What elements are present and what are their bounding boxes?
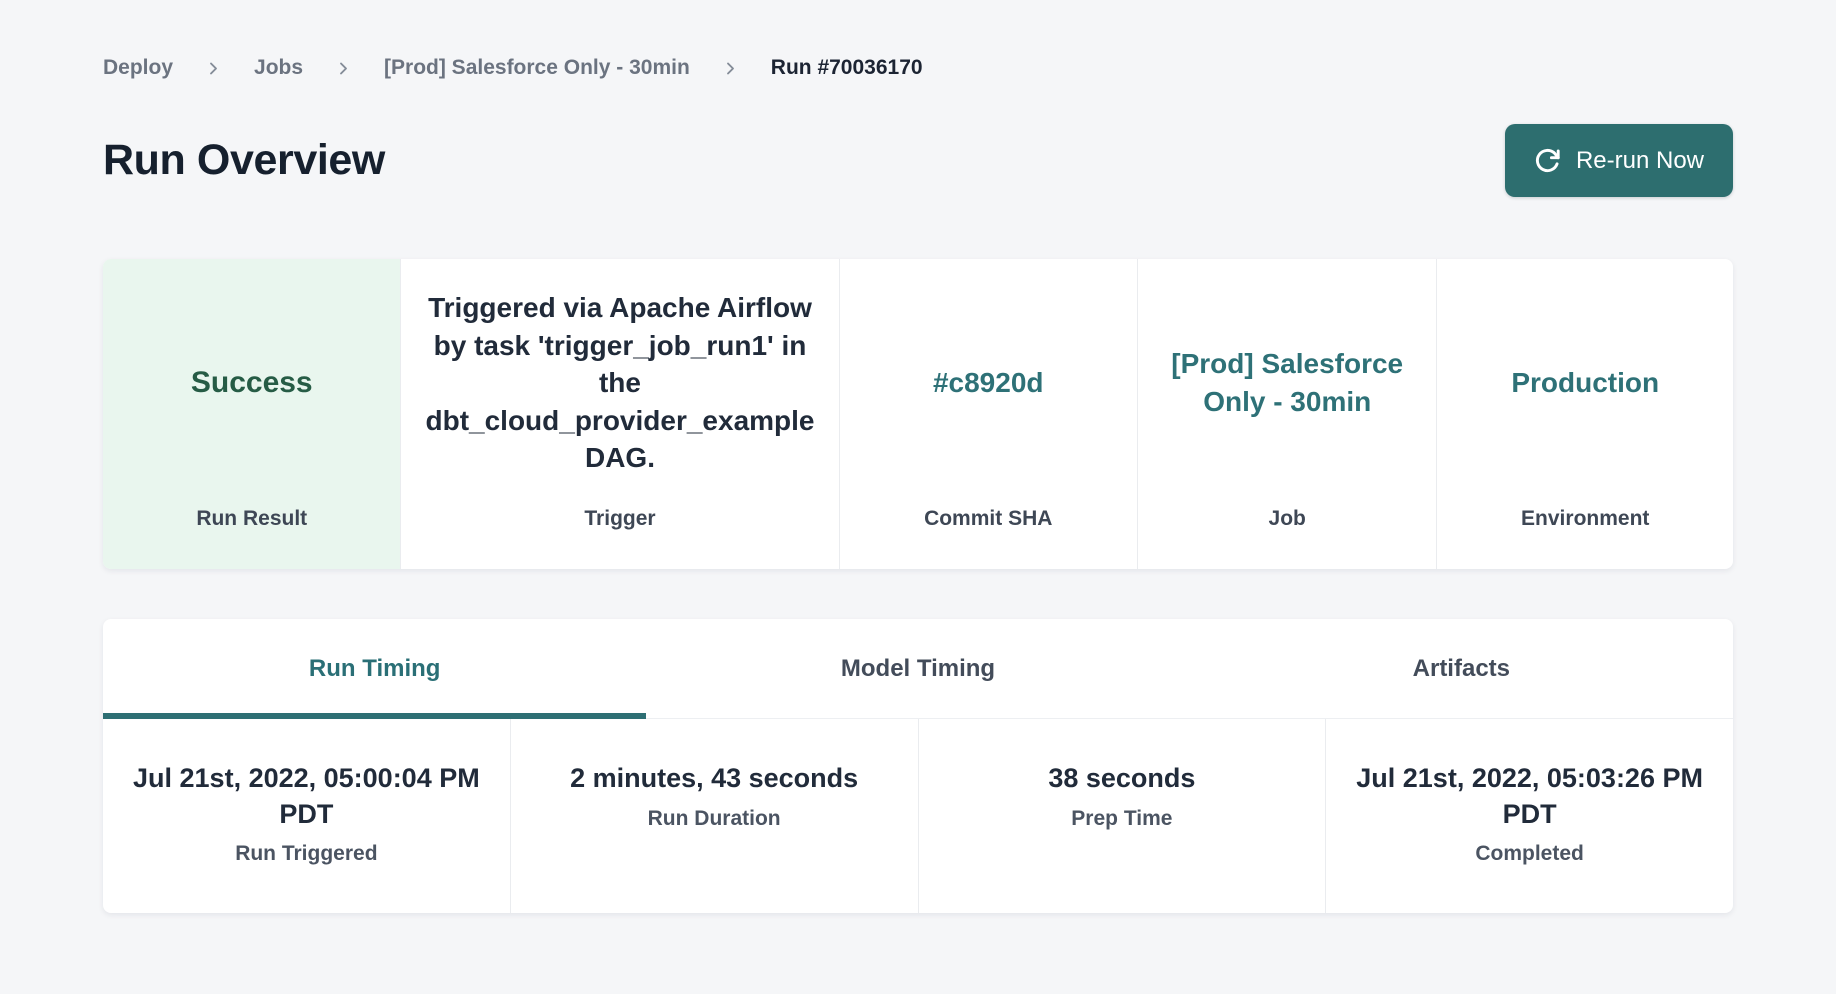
run-duration-value: 2 minutes, 43 seconds bbox=[542, 761, 886, 797]
tab-run-timing[interactable]: Run Timing bbox=[103, 619, 646, 718]
chevron-right-icon bbox=[206, 61, 221, 76]
prep-time-value: 38 seconds bbox=[1020, 761, 1223, 797]
job-cell: [Prod] Salesforce Only - 30min Job bbox=[1138, 259, 1437, 569]
tab-artifacts[interactable]: Artifacts bbox=[1190, 619, 1733, 718]
run-detail-card: Run Timing Model Timing Artifacts Jul 21… bbox=[103, 619, 1733, 913]
run-timing-panel: Jul 21st, 2022, 05:00:04 PM PDT Run Trig… bbox=[103, 719, 1733, 913]
run-result-value: Success bbox=[191, 363, 313, 403]
breadcrumb-item-jobs[interactable]: Jobs bbox=[254, 56, 303, 80]
run-triggered-value: Jul 21st, 2022, 05:00:04 PM PDT bbox=[103, 761, 510, 832]
rerun-now-button[interactable]: Re-run Now bbox=[1505, 124, 1733, 197]
completed-label: Completed bbox=[1475, 842, 1584, 866]
run-triggered-cell: Jul 21st, 2022, 05:00:04 PM PDT Run Trig… bbox=[103, 719, 511, 913]
prep-time-label: Prep Time bbox=[1071, 807, 1172, 831]
trigger-value: Triggered via Apache Airflow by task 'tr… bbox=[425, 289, 814, 477]
commit-sha-label: Commit SHA bbox=[924, 507, 1052, 569]
breadcrumb-item-job-name[interactable]: [Prod] Salesforce Only - 30min bbox=[384, 56, 690, 80]
tab-bar: Run Timing Model Timing Artifacts bbox=[103, 619, 1733, 719]
refresh-icon bbox=[1534, 147, 1561, 174]
breadcrumb: Deploy Jobs [Prod] Salesforce Only - 30m… bbox=[103, 0, 1733, 80]
rerun-now-button-label: Re-run Now bbox=[1576, 147, 1704, 175]
run-duration-label: Run Duration bbox=[648, 807, 781, 831]
chevron-right-icon bbox=[723, 61, 738, 76]
trigger-cell: Triggered via Apache Airflow by task 'tr… bbox=[401, 259, 839, 569]
run-duration-cell: 2 minutes, 43 seconds Run Duration bbox=[511, 719, 919, 913]
run-overview-page: Deploy Jobs [Prod] Salesforce Only - 30m… bbox=[0, 0, 1836, 913]
completed-cell: Jul 21st, 2022, 05:03:26 PM PDT Complete… bbox=[1326, 719, 1733, 913]
prep-time-cell: 38 seconds Prep Time bbox=[919, 719, 1327, 913]
environment-label: Environment bbox=[1521, 507, 1649, 569]
tab-model-timing[interactable]: Model Timing bbox=[646, 619, 1189, 718]
environment-cell: Production Environment bbox=[1437, 259, 1733, 569]
completed-value: Jul 21st, 2022, 05:03:26 PM PDT bbox=[1326, 761, 1733, 832]
commit-sha-cell: #c8920d Commit SHA bbox=[840, 259, 1138, 569]
job-link[interactable]: [Prod] Salesforce Only - 30min bbox=[1162, 345, 1412, 420]
run-result-label: Run Result bbox=[196, 507, 307, 569]
environment-link[interactable]: Production bbox=[1511, 364, 1659, 402]
run-summary-card: Success Run Result Triggered via Apache … bbox=[103, 259, 1733, 569]
breadcrumb-item-deploy[interactable]: Deploy bbox=[103, 56, 173, 80]
trigger-label: Trigger bbox=[584, 507, 655, 569]
header-row: Run Overview Re-run Now bbox=[103, 124, 1733, 197]
run-triggered-label: Run Triggered bbox=[235, 842, 377, 866]
job-label: Job bbox=[1269, 507, 1306, 569]
page-title: Run Overview bbox=[103, 136, 385, 185]
commit-sha-link[interactable]: #c8920d bbox=[933, 364, 1044, 402]
breadcrumb-item-run-number: Run #70036170 bbox=[771, 56, 923, 80]
run-result-cell: Success Run Result bbox=[103, 259, 401, 569]
chevron-right-icon bbox=[336, 61, 351, 76]
